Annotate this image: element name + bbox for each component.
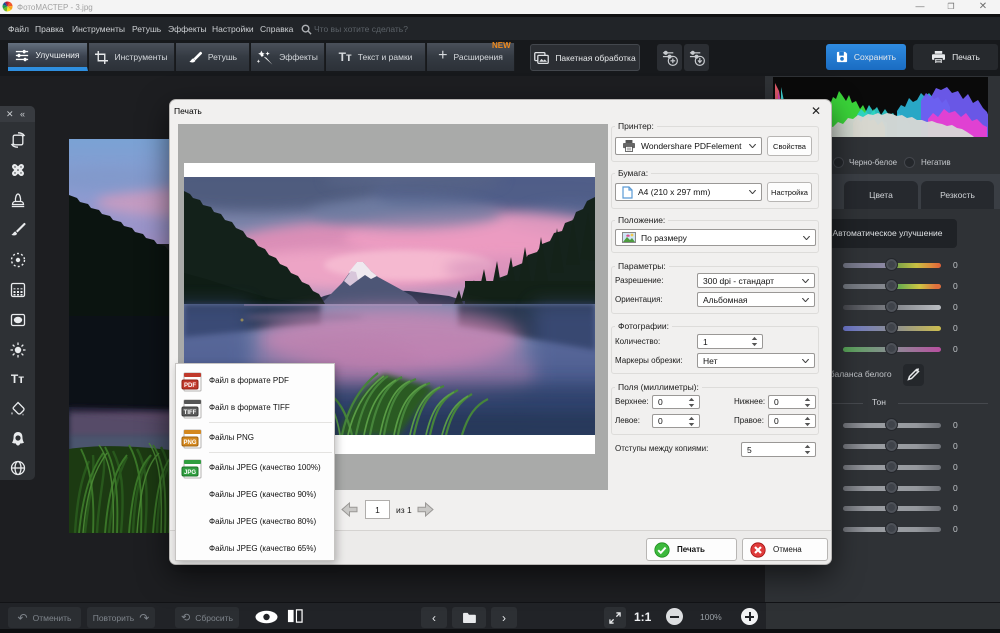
svg-text:PDF: PDF: [184, 383, 196, 389]
svg-text:JPG: JPG: [184, 470, 196, 476]
svg-text:TIFF: TIFF: [184, 410, 197, 416]
svg-text:PNG: PNG: [183, 440, 196, 446]
